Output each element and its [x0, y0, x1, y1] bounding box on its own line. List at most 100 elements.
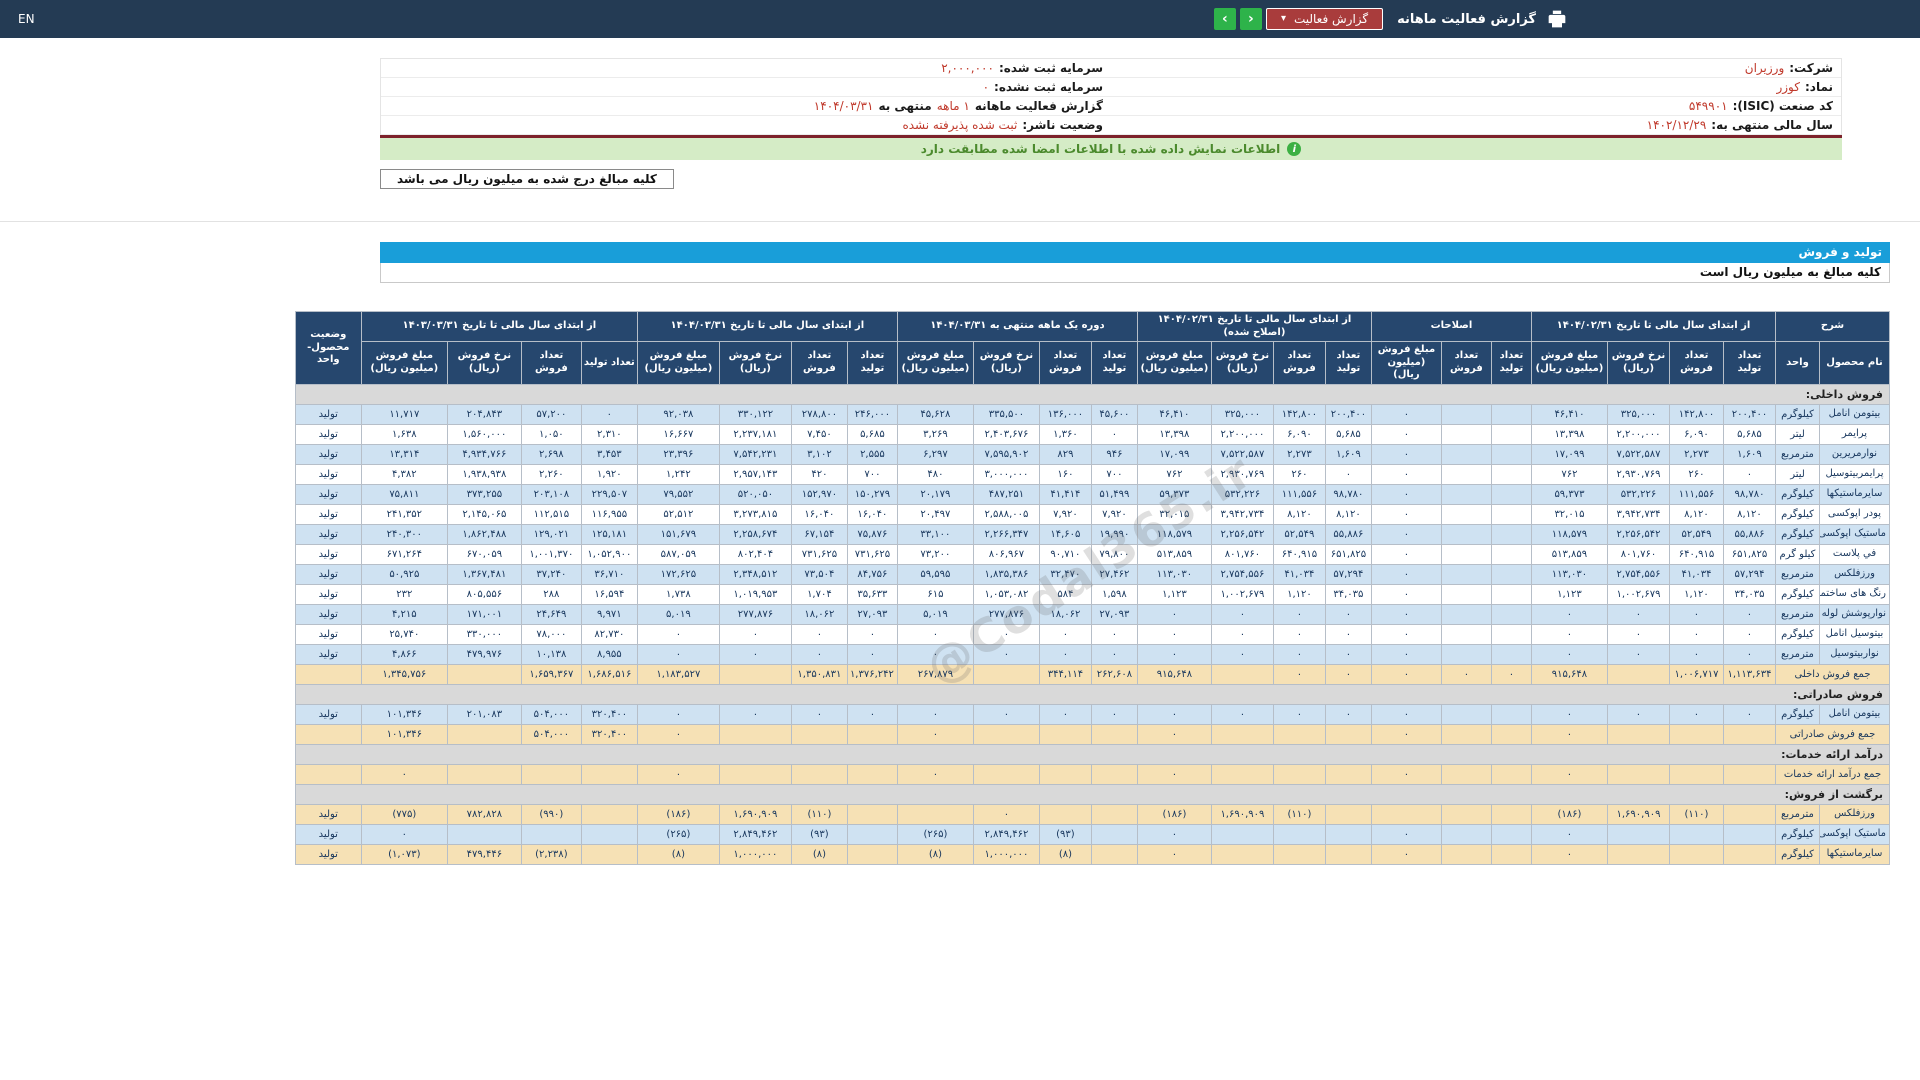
value-cell: ۰: [1531, 724, 1607, 744]
value-cell: ۵,۰۱۹: [637, 604, 719, 624]
publisher-status-value: ثبت شده پذیرفته نشده: [902, 118, 1017, 132]
nav-next-button[interactable]: ›: [1214, 8, 1236, 30]
value-cell: ۲,۹۳۰,۷۶۹: [1607, 464, 1669, 484]
value-cell: [1441, 704, 1491, 724]
nav-previous-button[interactable]: ‹: [1240, 8, 1262, 30]
unregistered-capital-label: سرمایه ثبت نشده:: [994, 80, 1103, 94]
value-cell: ۱,۳۴۵,۷۵۶: [361, 664, 447, 684]
publisher-status-field: وضعیت ناشر: ثبت شده پذیرفته نشده: [381, 118, 1111, 132]
value-cell: ۱۱۳,۰۳۰: [1531, 564, 1607, 584]
table-row: پرایمربیتوسیللیتر۰۲۶۰۲,۹۳۰,۷۶۹۷۶۲۰۰۲۶۰۲,…: [295, 464, 1889, 484]
value-cell: ۷۳,۵۰۴: [791, 564, 847, 584]
value-cell: ۰: [1273, 704, 1325, 724]
value-cell: ۲۶۷,۸۷۹: [897, 664, 973, 684]
table-row: سایرماستیکهاکیلوگرم۹۸,۷۸۰۱۱۱,۵۵۶۵۳۲,۲۲۶۵…: [295, 484, 1889, 504]
value-cell: ۷۵,۸۷۶: [847, 524, 897, 544]
value-cell: (۷۷۵): [361, 804, 447, 824]
value-cell: ۴,۲۱۵: [361, 604, 447, 624]
value-cell: ۱۳,۳۹۸: [1531, 424, 1607, 444]
section-row-label: برگشت از فروش:: [295, 784, 1889, 804]
unit-cell: کیلوگرم: [1775, 504, 1819, 524]
value-cell: ۱,۶۹۰,۹۰۹: [1607, 804, 1669, 824]
value-cell: [1325, 844, 1371, 864]
value-cell: ۰: [1371, 544, 1441, 564]
value-cell: ۳۳۵,۵۰۰: [973, 404, 1039, 424]
value-cell: ۱۵۱,۶۷۹: [637, 524, 719, 544]
chevron-down-icon: ▾: [1281, 14, 1286, 24]
status-cell: تولید: [295, 404, 361, 424]
status-cell: تولید: [295, 804, 361, 824]
value-cell: (۲۶۵): [897, 824, 973, 844]
value-cell: ۰: [1137, 824, 1211, 844]
value-cell: (۸): [637, 844, 719, 864]
value-cell: ۴,۳۸۲: [361, 464, 447, 484]
registered-capital-value: ۲,۰۰۰,۰۰۰: [941, 61, 994, 75]
value-cell: [1441, 404, 1491, 424]
value-cell: (۱۸۶): [1531, 804, 1607, 824]
value-cell: ۱,۱۲۰: [1669, 584, 1723, 604]
value-cell: [897, 804, 973, 824]
value-cell: ۱,۳۷۶,۲۴۲: [847, 664, 897, 684]
value-cell: [973, 724, 1039, 744]
value-cell: (۲۶۵): [637, 824, 719, 844]
value-cell: ۶۷,۱۵۴: [791, 524, 847, 544]
value-cell: ۰: [1211, 704, 1273, 724]
value-cell: ۷,۵۲۲,۵۸۷: [1211, 444, 1273, 464]
product-name-cell: بیتومن انامل: [1820, 404, 1890, 424]
section-row: فروش صادراتی:: [295, 684, 1889, 704]
column-header: تعداد تولید: [1091, 342, 1137, 385]
value-cell: ۱۶,۵۹۴: [581, 584, 637, 604]
value-cell: ۵۱۳,۸۵۹: [1531, 544, 1607, 564]
sum-row-label: جمع فروش داخلی: [1775, 664, 1889, 684]
value-cell: ۲,۹۵۷,۱۴۳: [719, 464, 791, 484]
value-cell: [521, 824, 581, 844]
value-cell: ۸۴,۷۵۶: [847, 564, 897, 584]
value-cell: ۲۰۴,۸۴۳: [447, 404, 521, 424]
value-cell: [1039, 724, 1091, 744]
value-cell: [847, 764, 897, 784]
value-cell: ۰: [1371, 404, 1441, 424]
info-row-2: نماد: کوزر سرمایه ثبت نشده: ۰: [381, 78, 1841, 97]
value-cell: [581, 764, 637, 784]
value-cell: ۶۵۱,۸۲۵: [1723, 544, 1775, 564]
value-cell: ۱,۶۰۹: [1325, 444, 1371, 464]
value-cell: ۰: [1273, 664, 1325, 684]
status-cell: [295, 764, 361, 784]
value-cell: [1441, 804, 1491, 824]
isic-field: کد صنعت (ISIC): ۵۴۹۹۰۱: [1111, 99, 1841, 113]
product-name-cell: ورزفلکس: [1820, 564, 1890, 584]
value-cell: ۱۳,۳۹۸: [1137, 424, 1211, 444]
value-cell: ۲,۲۵۶,۵۴۲: [1211, 524, 1273, 544]
value-cell: ۱,۳۵۰,۸۳۱: [791, 664, 847, 684]
value-cell: ۲,۲۳۷,۱۸۱: [719, 424, 791, 444]
value-cell: ۰: [1091, 624, 1137, 644]
value-cell: ۷,۴۵۰: [791, 424, 847, 444]
value-cell: ۲,۸۴۹,۴۶۲: [719, 824, 791, 844]
value-cell: [1325, 764, 1371, 784]
company-link[interactable]: ورزیران: [1745, 61, 1785, 75]
info-icon: i: [1287, 142, 1301, 156]
print-report-icon[interactable]: [1546, 8, 1568, 30]
value-cell: ۳,۰۰۰,۰۰۰: [973, 464, 1039, 484]
registered-capital-field: سرمایه ثبت شده: ۲,۰۰۰,۰۰۰: [381, 61, 1111, 75]
report-type-button[interactable]: گزارش فعالیت ▾: [1266, 8, 1383, 30]
value-cell: ۰: [1211, 624, 1273, 644]
value-cell: ۸۲۹: [1039, 444, 1091, 464]
value-cell: [1491, 724, 1531, 744]
column-header: مبلغ فروش (میلیون ریال): [1137, 342, 1211, 385]
value-cell: ۴۲۰: [791, 464, 847, 484]
status-cell: تولید: [295, 484, 361, 504]
value-cell: ۱۰۱,۳۴۶: [361, 724, 447, 744]
symbol-link[interactable]: کوزر: [1776, 80, 1800, 94]
value-cell: ۱,۰۰۰,۰۰۰: [719, 844, 791, 864]
value-cell: ۲۶۲,۶۰۸: [1091, 664, 1137, 684]
column-group-g1403: از ابتدای سال مالی تا تاریخ ۱۴۰۳/۰۳/۳۱: [361, 312, 637, 342]
section-row: فروش داخلی:: [295, 384, 1889, 404]
value-cell: ۹۴۶: [1091, 444, 1137, 464]
value-cell: ۱,۶۳۸: [361, 424, 447, 444]
column-header: مبلغ فروش (میلیون ریال): [897, 342, 973, 385]
language-toggle[interactable]: EN: [18, 12, 35, 26]
column-header: نرخ فروش (ریال): [1607, 342, 1669, 385]
value-cell: ۷۰۰: [1091, 464, 1137, 484]
value-cell: ۱۱,۷۱۷: [361, 404, 447, 424]
